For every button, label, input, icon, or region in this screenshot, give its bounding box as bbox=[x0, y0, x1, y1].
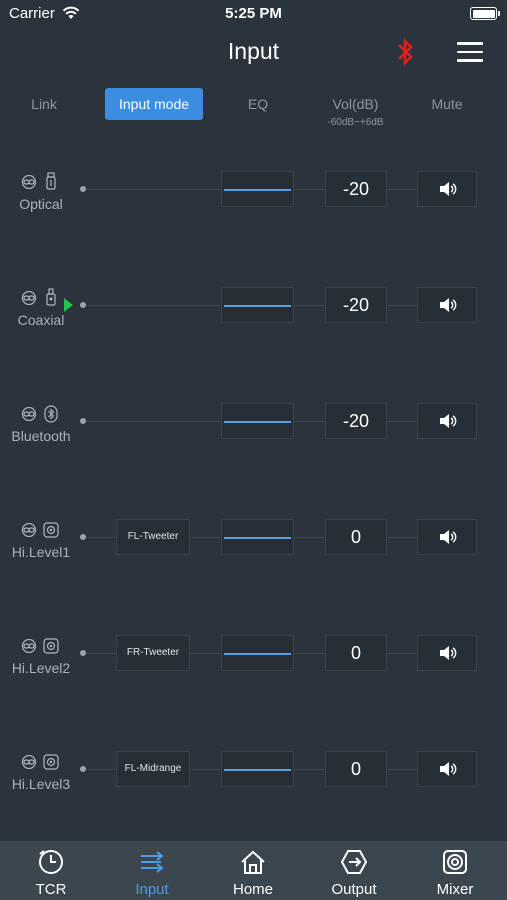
speaker-icon bbox=[440, 414, 457, 428]
mute-button[interactable] bbox=[417, 635, 477, 671]
link-icon[interactable] bbox=[20, 407, 38, 421]
input-label: Hi.Level1 bbox=[11, 544, 71, 560]
mute-button[interactable] bbox=[417, 751, 477, 787]
input-mode-button[interactable]: FL-Tweeter bbox=[116, 519, 190, 555]
tab-eq[interactable]: EQ bbox=[227, 88, 289, 120]
nav-label: Output bbox=[331, 881, 377, 898]
input-row-bluetooth: Bluetooth -20 bbox=[0, 403, 507, 465]
input-row-hi-level3: Hi.Level3 FL-Midrange 0 bbox=[0, 751, 507, 813]
speaker-icon bbox=[440, 298, 457, 312]
bluetooth-icon[interactable] bbox=[393, 37, 417, 67]
input-row-optical: Optical -20 bbox=[0, 171, 507, 233]
input-label: Hi.Level3 bbox=[11, 776, 71, 792]
mute-button[interactable] bbox=[417, 287, 477, 323]
nav-output[interactable]: Output bbox=[314, 841, 394, 900]
input-mode-button[interactable]: FR-Tweeter bbox=[116, 635, 190, 671]
eq-button[interactable] bbox=[221, 287, 294, 323]
input-label: Coaxial bbox=[17, 312, 65, 328]
nav-label: Input bbox=[135, 881, 169, 898]
input-icon bbox=[141, 851, 164, 873]
tab-mute[interactable]: Mute bbox=[418, 88, 476, 120]
link-icon[interactable] bbox=[20, 639, 38, 653]
volume-value[interactable]: -20 bbox=[325, 171, 387, 207]
hi-level-icon bbox=[43, 754, 59, 770]
row-dot bbox=[80, 650, 86, 656]
mute-button[interactable] bbox=[417, 171, 477, 207]
row-dot bbox=[80, 766, 86, 772]
mixer-icon bbox=[443, 850, 467, 874]
volume-value[interactable]: -20 bbox=[325, 287, 387, 323]
status-bar: Carrier 5:25 PM bbox=[0, 0, 507, 28]
status-time: 5:25 PM bbox=[225, 5, 282, 22]
hi-level-icon bbox=[43, 522, 59, 538]
nav-tcr[interactable]: TCR bbox=[11, 841, 91, 900]
input-row-hi-level2: Hi.Level2 FR-Tweeter 0 bbox=[0, 635, 507, 697]
input-label: Optical bbox=[19, 196, 63, 212]
input-row-coaxial: Coaxial -20 bbox=[0, 287, 507, 349]
coaxial-icon bbox=[46, 288, 56, 306]
eq-button[interactable] bbox=[221, 171, 294, 207]
home-icon bbox=[241, 850, 265, 874]
tab-input-mode[interactable]: Input mode bbox=[105, 88, 203, 120]
link-icon[interactable] bbox=[20, 175, 38, 189]
nav-input[interactable]: Input bbox=[112, 841, 192, 900]
row-dot bbox=[80, 186, 86, 192]
eq-button[interactable] bbox=[221, 403, 294, 439]
nav-label: Mixer bbox=[436, 881, 474, 898]
row-dot bbox=[80, 302, 86, 308]
eq-button[interactable] bbox=[221, 519, 294, 555]
input-label: Bluetooth bbox=[11, 428, 71, 444]
tab-volume[interactable]: Vol(dB) bbox=[308, 88, 403, 120]
nav-home[interactable]: Home bbox=[213, 841, 293, 900]
speaker-icon bbox=[440, 646, 457, 660]
link-icon[interactable] bbox=[20, 523, 38, 537]
volume-value[interactable]: 0 bbox=[325, 635, 387, 671]
nav-label: TCR bbox=[35, 881, 67, 898]
eq-button[interactable] bbox=[221, 635, 294, 671]
menu-icon[interactable] bbox=[457, 42, 483, 62]
input-row-hi-level1: Hi.Level1 FL-Tweeter 0 bbox=[0, 519, 507, 581]
nav-mixer[interactable]: Mixer bbox=[415, 841, 495, 900]
link-icon[interactable] bbox=[20, 755, 38, 769]
volume-range-label: -60dB~+6dB bbox=[327, 117, 384, 128]
clock-icon bbox=[39, 850, 63, 874]
page-title: Input bbox=[227, 38, 280, 64]
bottom-nav: TCR Input Home Output Mixer bbox=[0, 841, 507, 900]
nav-label: Home bbox=[232, 881, 273, 898]
volume-value[interactable]: -20 bbox=[325, 403, 387, 439]
volume-value[interactable]: 0 bbox=[325, 519, 387, 555]
tab-link[interactable]: Link bbox=[13, 88, 75, 120]
output-icon bbox=[340, 850, 368, 874]
eq-button[interactable] bbox=[221, 751, 294, 787]
row-dot bbox=[80, 534, 86, 540]
row-dot bbox=[80, 418, 86, 424]
bluetooth-source-icon bbox=[44, 405, 58, 423]
column-tabs: Link Input mode EQ Vol(dB) -60dB~+6dB Mu… bbox=[0, 88, 507, 132]
input-label: Hi.Level2 bbox=[11, 660, 71, 676]
battery-icon bbox=[470, 7, 500, 20]
speaker-icon bbox=[440, 530, 457, 544]
speaker-icon bbox=[440, 762, 457, 776]
mute-button[interactable] bbox=[417, 403, 477, 439]
optical-icon bbox=[46, 172, 56, 190]
link-icon[interactable] bbox=[20, 291, 38, 305]
volume-value[interactable]: 0 bbox=[325, 751, 387, 787]
speaker-icon bbox=[440, 182, 457, 196]
mute-button[interactable] bbox=[417, 519, 477, 555]
hi-level-icon bbox=[43, 638, 59, 654]
input-mode-button[interactable]: FL-Midrange bbox=[116, 751, 190, 787]
active-input-marker-icon bbox=[64, 298, 73, 312]
